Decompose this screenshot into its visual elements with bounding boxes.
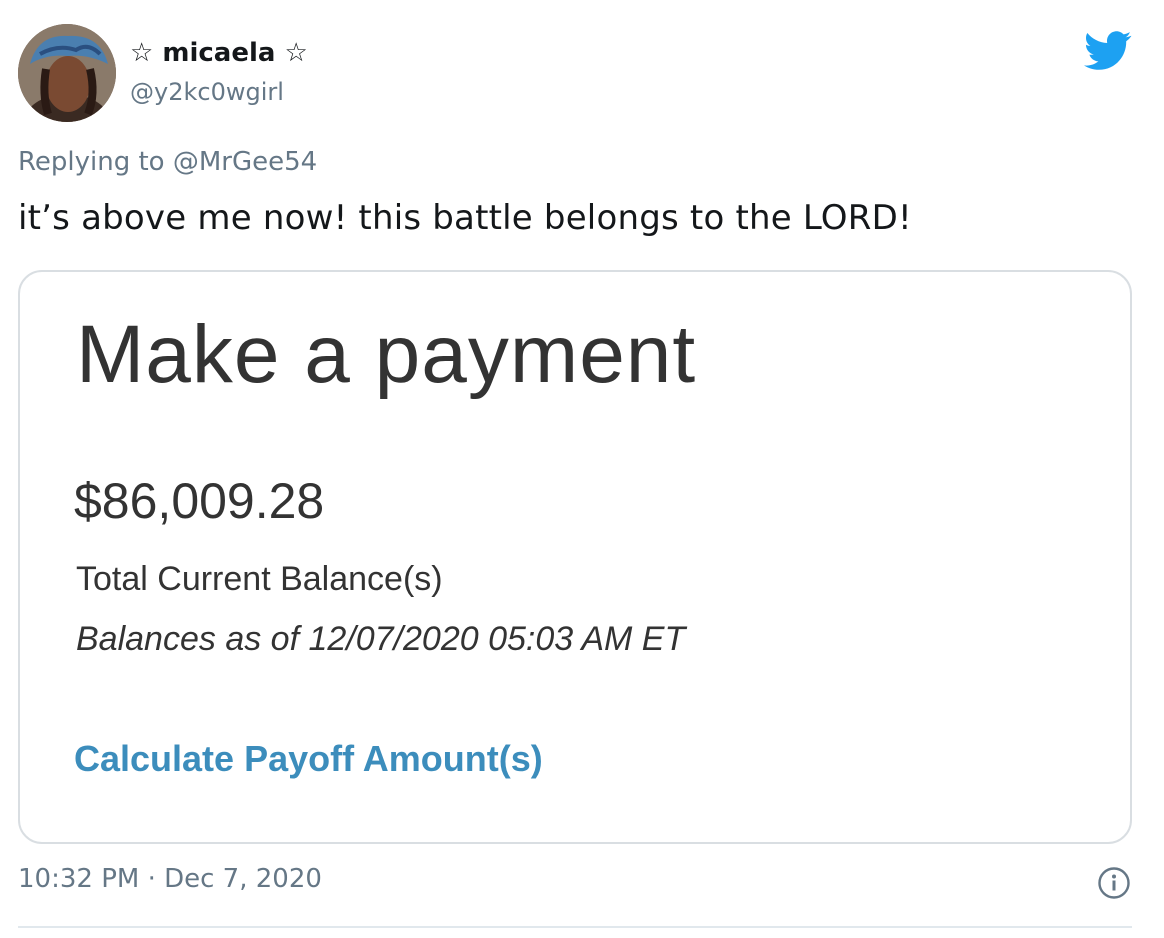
tweet-timestamp[interactable]: 10:32 PM · Dec 7, 2020 (18, 864, 322, 894)
card-title: Make a payment (76, 309, 697, 400)
balance-amount: $86,009.28 (74, 473, 325, 529)
display-name[interactable]: ☆ micaela ☆ (130, 38, 308, 68)
replying-to: Replying to @MrGee54 (18, 147, 317, 177)
tweet-text: it’s above me now! this battle belongs t… (18, 198, 912, 238)
calculate-payoff-link: Calculate Payoff Amount(s) (74, 738, 543, 779)
reply-mention-link[interactable]: @MrGee54 (173, 147, 317, 177)
balance-label: Total Current Balance(s) (76, 560, 443, 598)
twitter-bird-icon[interactable] (1084, 30, 1132, 72)
info-icon[interactable] (1097, 866, 1131, 900)
balance-as-of: Balances as of 12/07/2020 05:03 AM ET (76, 620, 686, 658)
divider (18, 926, 1132, 928)
user-handle[interactable]: @y2kc0wgirl (130, 78, 284, 106)
attached-image-card[interactable]: Make a payment $86,009.28 Total Current … (18, 270, 1132, 844)
avatar-image (18, 24, 116, 122)
replying-to-label: Replying to (18, 147, 165, 177)
avatar[interactable] (18, 24, 116, 122)
tweet: ☆ micaela ☆ @y2kc0wgirl Replying to @MrG… (0, 0, 1164, 938)
